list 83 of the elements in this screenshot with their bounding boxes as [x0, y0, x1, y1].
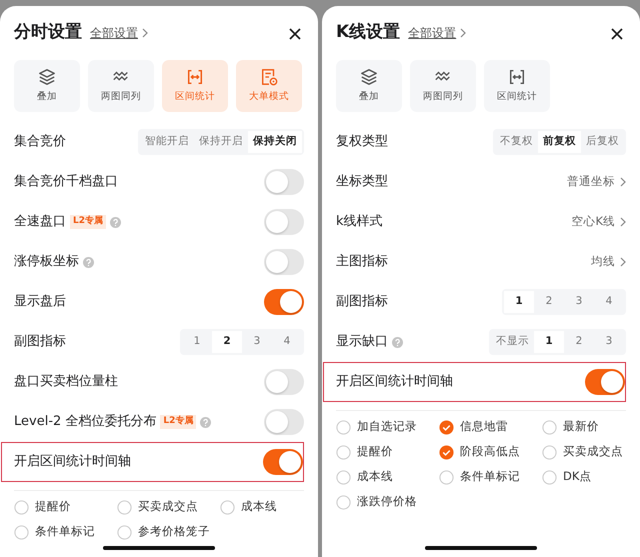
setting-label: 显示缺口 — [336, 333, 388, 352]
segment-option[interactable]: 2 — [564, 331, 594, 353]
toggle-switch[interactable] — [264, 249, 304, 275]
segment-option[interactable]: 4 — [594, 291, 624, 313]
checkbox-option[interactable]: 信息地雷 — [439, 417, 542, 437]
close-icon — [288, 26, 302, 41]
toggle-switch[interactable] — [264, 369, 304, 395]
setting-label: 坐标类型 — [336, 173, 388, 192]
segment-option[interactable]: 不复权 — [495, 131, 538, 153]
segment-option[interactable]: 3 — [242, 331, 272, 353]
chevron-right-icon — [142, 28, 148, 38]
segment-option[interactable]: 保持关闭 — [248, 131, 302, 153]
toggle-switch[interactable] — [263, 449, 303, 475]
setting-label: k线样式 — [336, 213, 383, 232]
feature-tile[interactable]: 两图同列 — [410, 60, 476, 112]
chevron-right-icon — [460, 28, 466, 38]
toggle-switch[interactable] — [264, 209, 304, 235]
setting-value-link[interactable]: 空心K线 — [571, 213, 626, 231]
sheet-title: K线设置 — [336, 21, 400, 44]
setting-label: 全速盘口 — [14, 213, 66, 232]
setting-label: 开启区间统计时间轴 — [14, 453, 131, 472]
segment-option[interactable]: 2 — [534, 291, 564, 313]
checkbox-option[interactable]: 参考价格笼子 — [117, 522, 220, 542]
range-icon — [186, 68, 204, 86]
checkbox-option[interactable]: 最新价 — [542, 417, 640, 437]
segment-option[interactable]: 后复权 — [581, 131, 624, 153]
chevron-right-icon — [620, 257, 626, 267]
toggle-switch[interactable] — [264, 409, 304, 435]
segment-option[interactable]: 不显示 — [491, 331, 534, 353]
segment-option[interactable]: 4 — [272, 331, 302, 353]
l2-badge: L2专属 — [160, 415, 196, 429]
segment-option[interactable]: 智能开启 — [140, 131, 194, 153]
segment-option[interactable]: 前复权 — [538, 131, 581, 153]
close-icon — [610, 26, 624, 41]
setting-label: 涨停板坐标 — [14, 253, 79, 272]
document-gear-icon — [260, 68, 278, 86]
chevron-right-icon — [620, 177, 626, 187]
layers-icon — [360, 68, 378, 86]
setting-label: 主图指标 — [336, 253, 388, 272]
chevron-right-icon — [620, 217, 626, 227]
range-icon — [508, 68, 526, 86]
setting-value-link[interactable]: 普通坐标 — [567, 173, 626, 191]
sheet-title: 分时设置 — [14, 21, 82, 44]
checkbox-option[interactable]: 条件单标记 — [439, 467, 542, 487]
segment-option[interactable]: 2 — [212, 331, 242, 353]
setting-label: 复权类型 — [336, 133, 388, 152]
l2-badge: L2专属 — [70, 215, 106, 229]
feature-tile[interactable]: 两图同列 — [88, 60, 154, 112]
setting-label: 显示盘后 — [14, 293, 66, 312]
checkbox-option[interactable]: 阶段高低点 — [439, 442, 542, 462]
setting-label: 集合竞价千档盘口 — [14, 173, 118, 192]
setting-label: 开启区间统计时间轴 — [336, 373, 453, 392]
checkbox-option[interactable]: 条件单标记 — [14, 522, 117, 542]
checkbox-option[interactable]: 提醒价 — [336, 442, 439, 462]
checkbox-option[interactable]: 加自选记录 — [336, 417, 439, 437]
feature-tile[interactable]: 叠加 — [336, 60, 402, 112]
segment-option[interactable]: 保持开启 — [194, 131, 248, 153]
checkbox-option[interactable]: 成本线 — [220, 497, 323, 517]
setting-label: 集合竞价 — [14, 133, 66, 152]
all-settings-link[interactable]: 全部设置 — [90, 24, 148, 42]
segment-option[interactable]: 3 — [564, 291, 594, 313]
feature-tile[interactable]: 叠加 — [14, 60, 80, 112]
toggle-switch[interactable] — [264, 169, 304, 195]
setting-label: 盘口买卖档位量柱 — [14, 373, 118, 392]
setting-label: 副图指标 — [336, 293, 388, 312]
checkbox-option[interactable]: 买卖成交点 — [542, 442, 640, 462]
setting-value-link[interactable]: 均线 — [591, 253, 626, 271]
checkbox-option[interactable]: 提醒价 — [14, 497, 117, 517]
toggle-switch[interactable] — [264, 289, 304, 315]
setting-label: 副图指标 — [14, 333, 66, 352]
segment-option[interactable]: 1 — [504, 291, 534, 313]
segment-option[interactable]: 1 — [182, 331, 212, 353]
checkbox-option[interactable]: 买卖成交点 — [117, 497, 220, 517]
checkbox-option[interactable]: 成本线 — [336, 467, 439, 487]
segment-option[interactable]: 3 — [594, 331, 624, 353]
layers-icon — [38, 68, 56, 86]
segment-option[interactable]: 1 — [534, 331, 564, 353]
toggle-switch[interactable] — [585, 369, 625, 395]
all-settings-link[interactable]: 全部设置 — [408, 24, 466, 42]
feature-tile[interactable]: 区间统计 — [484, 60, 550, 112]
checkbox-option[interactable]: DK点 — [542, 467, 640, 487]
checkbox-option[interactable]: 涨跌停价格 — [336, 492, 439, 512]
setting-label: Level-2 全档位委托分布 — [14, 413, 156, 432]
